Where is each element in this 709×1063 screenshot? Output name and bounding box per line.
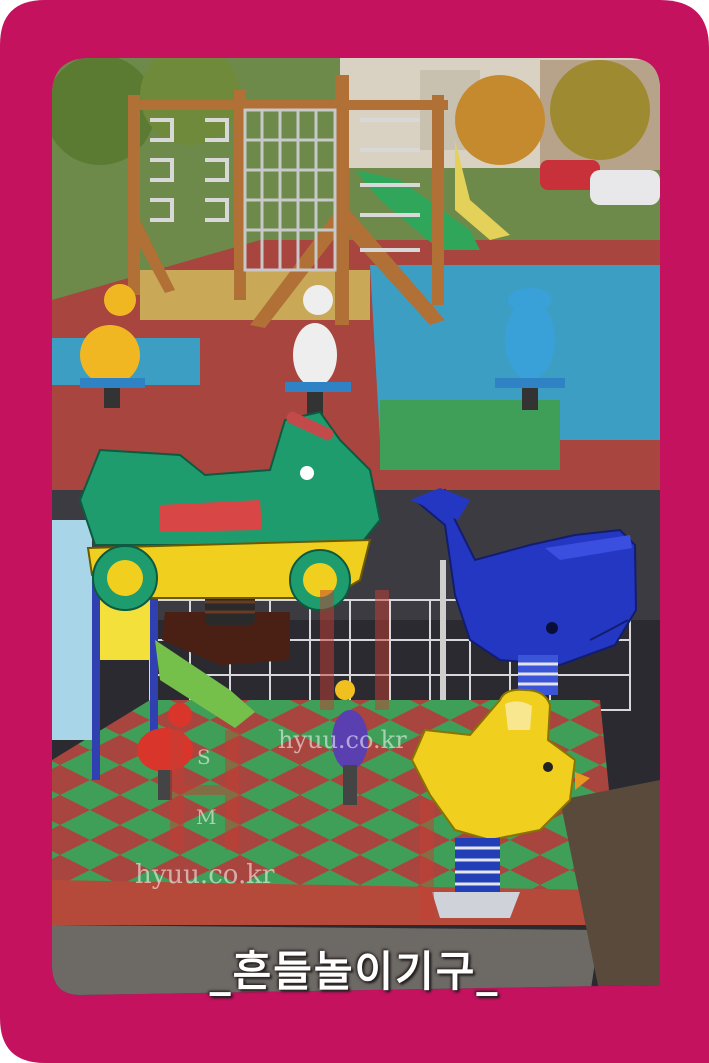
product-banner: hyuu.co.kr hyuu.co.kr S M _흔들놀이기구_ (0, 0, 709, 1063)
top-playground-photo (52, 58, 660, 490)
watermark-text: hyuu.co.kr (135, 860, 275, 890)
watermark-letter-m: M (196, 805, 217, 829)
banner-caption: _흔들놀이기구_ (209, 947, 500, 996)
watermark-text: hyuu.co.kr (278, 726, 407, 754)
banner-artwork (0, 0, 709, 1063)
watermark-letter-s: S (197, 745, 211, 769)
